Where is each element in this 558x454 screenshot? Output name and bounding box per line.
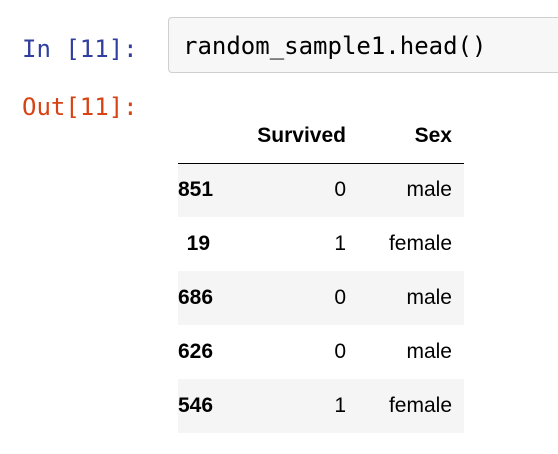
table-row: 851 0 male bbox=[178, 163, 464, 217]
dataframe-table: Survived Sex 851 0 male 19 1 female 686 … bbox=[178, 110, 464, 433]
cell-survived: 0 bbox=[334, 178, 346, 202]
cell-sex: female bbox=[388, 394, 452, 417]
input-prompt: In [11]: bbox=[22, 35, 138, 63]
row-index: 546 bbox=[178, 394, 214, 417]
output-prompt: Out[11]: bbox=[22, 93, 138, 121]
cell-sex: male bbox=[406, 286, 452, 309]
code-text[interactable]: random_sample1.head() bbox=[183, 32, 486, 60]
cell-sex: male bbox=[406, 178, 452, 202]
row-index: 626 bbox=[178, 340, 214, 363]
cell-survived: 0 bbox=[334, 286, 346, 309]
column-header-survived: Survived bbox=[244, 110, 358, 164]
table-header-row: Survived Sex bbox=[178, 110, 464, 164]
cell-survived: 1 bbox=[334, 394, 346, 417]
table-row: 19 1 female bbox=[178, 217, 464, 271]
row-index: 19 bbox=[186, 232, 210, 255]
cell-survived: 0 bbox=[334, 340, 346, 363]
column-header-sex: Sex bbox=[358, 110, 464, 164]
table-row: 686 0 male bbox=[178, 271, 464, 325]
output-area: Survived Sex 851 0 male 19 1 female 686 … bbox=[178, 110, 464, 436]
table-row: 546 1 female bbox=[178, 379, 464, 433]
table-row: 626 0 male bbox=[178, 325, 464, 379]
row-index: 851 bbox=[178, 178, 214, 202]
index-header bbox=[178, 110, 244, 164]
row-index: 686 bbox=[178, 286, 214, 309]
code-input-area[interactable]: random_sample1.head() bbox=[168, 17, 558, 73]
cell-survived: 1 bbox=[334, 232, 346, 255]
cell-sex: female bbox=[388, 232, 452, 255]
cell-sex: male bbox=[406, 340, 452, 363]
